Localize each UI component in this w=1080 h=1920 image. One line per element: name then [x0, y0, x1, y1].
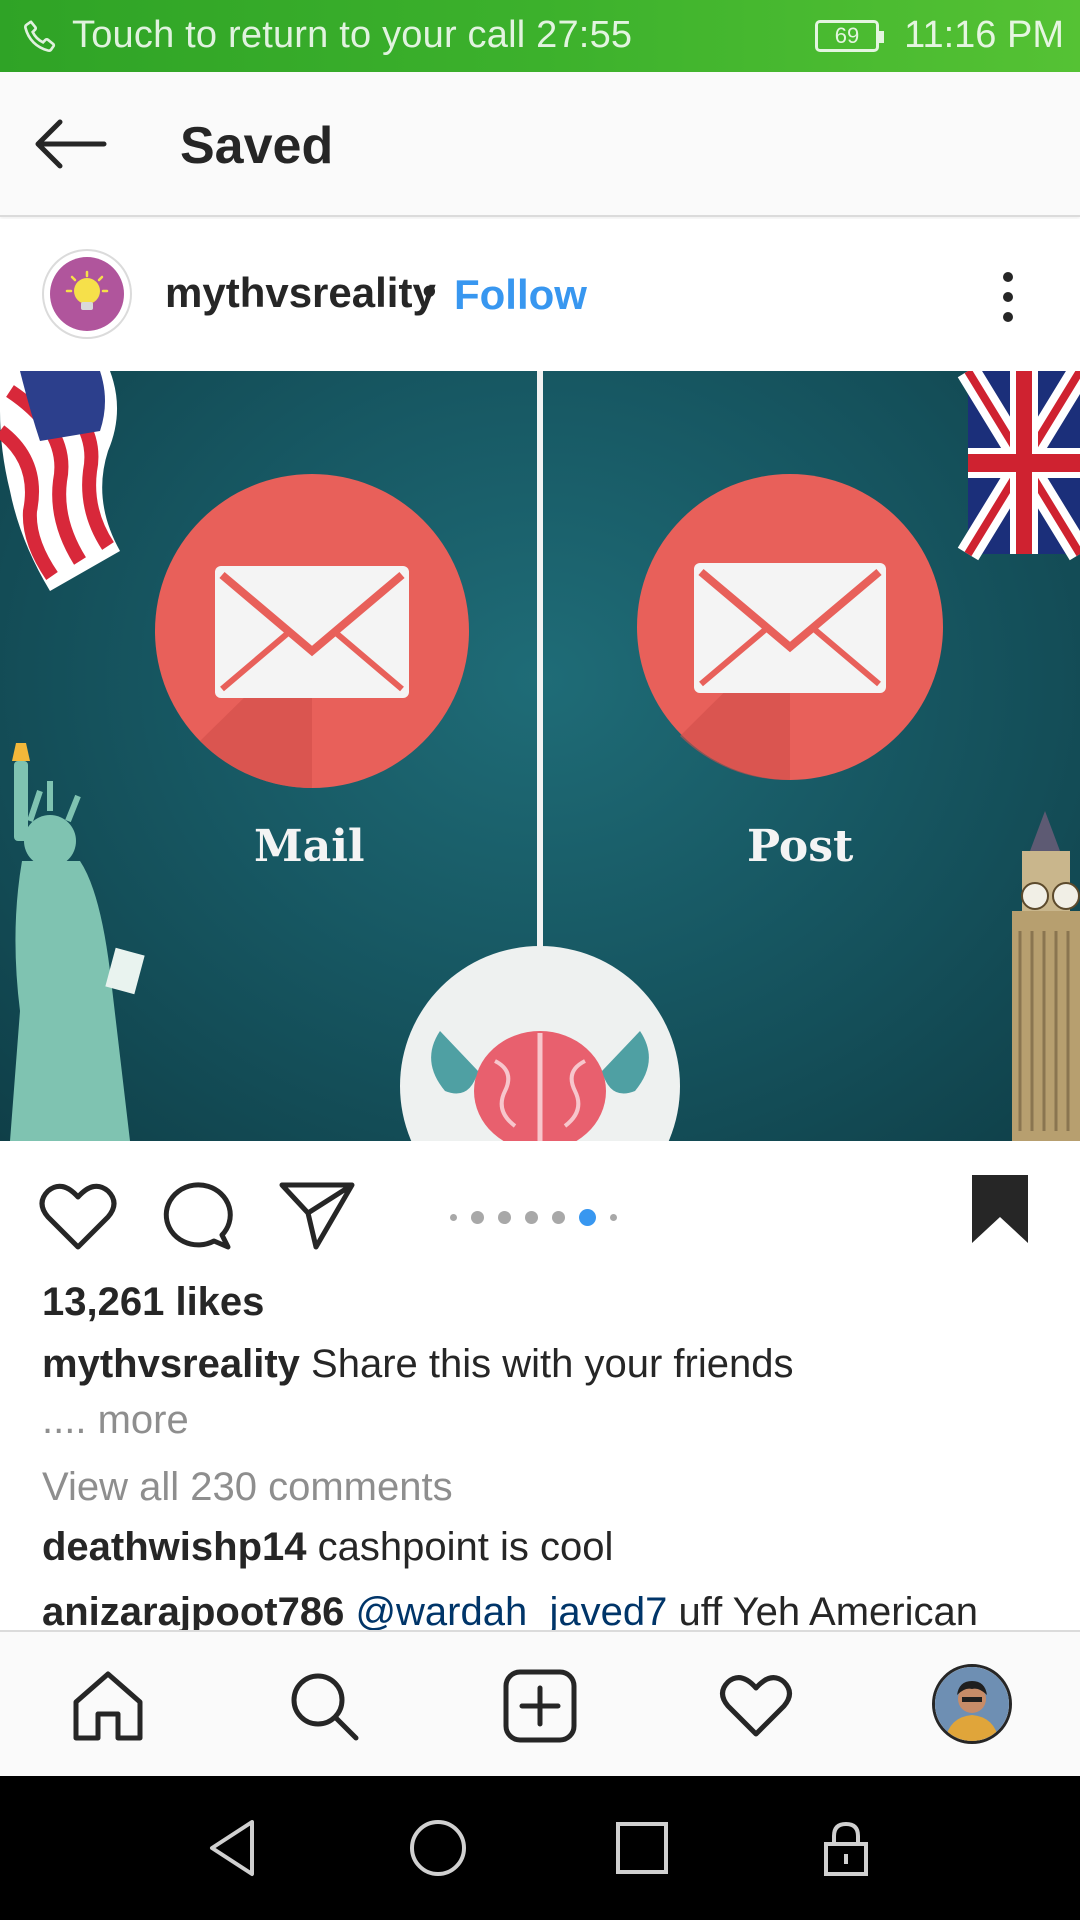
comment-item: deathwishp14 cashpoint is cool: [42, 1525, 613, 1570]
profile-avatar[interactable]: [932, 1664, 1012, 1744]
uk-flag-icon: [957, 371, 1080, 561]
carousel-dot: [610, 1213, 617, 1221]
carousel-dot: [552, 1210, 565, 1224]
user-avatar-icon: [935, 1667, 1009, 1741]
big-ben-icon: [1012, 811, 1080, 1141]
us-flag-icon: [0, 371, 120, 591]
comment-icon[interactable]: [158, 1177, 238, 1253]
comment-item: anizarajpoot786 @wardah_javed7 uff Yeh A…: [42, 1590, 978, 1635]
post-username[interactable]: mythvsreality: [165, 269, 436, 317]
post-illustration: [0, 371, 1080, 1141]
post-label: Post: [747, 821, 854, 872]
carousel-dot-active: [579, 1208, 596, 1226]
home-icon[interactable]: [70, 1668, 146, 1744]
post-actions: [0, 1141, 1080, 1271]
caption-username[interactable]: mythvsreality: [42, 1342, 300, 1386]
post-author-avatar[interactable]: [42, 249, 132, 339]
carousel-dot: [450, 1213, 457, 1221]
view-all-comments-link[interactable]: View all 230 comments: [42, 1465, 453, 1510]
clock: 11:16 PM: [904, 14, 1064, 56]
mail-envelope-icon: [155, 474, 469, 788]
mail-label: Mail: [254, 821, 365, 872]
back-triangle-icon[interactable]: [202, 1816, 266, 1880]
statue-of-liberty-icon: [10, 743, 145, 1141]
comment-username[interactable]: anizarajpoot786: [42, 1590, 344, 1634]
post-image[interactable]: Mail Post: [0, 371, 1080, 1141]
arrow-left-icon[interactable]: [30, 114, 110, 174]
heart-icon[interactable]: [718, 1668, 794, 1744]
page-title: Saved: [180, 117, 334, 175]
comment-username[interactable]: deathwishp14: [42, 1525, 307, 1569]
carousel-dot: [525, 1210, 538, 1224]
system-nav-bar: [0, 1776, 1080, 1920]
carousel-dot: [498, 1210, 511, 1224]
caption-more-link[interactable]: .... more: [42, 1398, 189, 1443]
lightbulb-icon: [50, 257, 124, 331]
add-post-icon[interactable]: [502, 1668, 578, 1744]
comment-text: cashpoint is cool: [306, 1525, 614, 1569]
search-icon[interactable]: [286, 1668, 362, 1744]
home-circle-icon[interactable]: [406, 1816, 470, 1880]
carousel-indicator: [450, 1207, 617, 1227]
comment-text: uff Yeh American: [667, 1590, 978, 1634]
recents-square-icon[interactable]: [610, 1816, 674, 1880]
share-icon[interactable]: [278, 1177, 358, 1253]
lock-icon[interactable]: [814, 1816, 878, 1880]
separator-dot: •: [422, 267, 437, 314]
call-banner-text[interactable]: Touch to return to your call 27:55: [72, 14, 632, 57]
battery-icon: 69: [815, 20, 884, 52]
post-envelope-icon: [637, 474, 943, 781]
phone-icon: [24, 20, 56, 52]
bottom-tab-bar: [0, 1630, 1080, 1776]
brain-icon: [400, 946, 680, 1141]
post-header: mythvsreality • Follow: [0, 219, 1080, 371]
caption-text: Share this with your friends: [299, 1342, 794, 1386]
caption: mythvsreality Share this with your frien…: [42, 1342, 793, 1387]
follow-button[interactable]: Follow: [454, 271, 587, 319]
app-header: Saved: [0, 72, 1080, 217]
heart-icon[interactable]: [38, 1177, 118, 1253]
status-bar[interactable]: Touch to return to your call 27:55 69 11…: [0, 0, 1080, 72]
comment-mention[interactable]: @wardah_javed7: [344, 1590, 667, 1634]
bookmark-icon[interactable]: [968, 1171, 1032, 1247]
carousel-dot: [471, 1210, 484, 1224]
more-options-icon[interactable]: [990, 269, 1026, 325]
likes-count[interactable]: 13,261 likes: [42, 1280, 264, 1325]
